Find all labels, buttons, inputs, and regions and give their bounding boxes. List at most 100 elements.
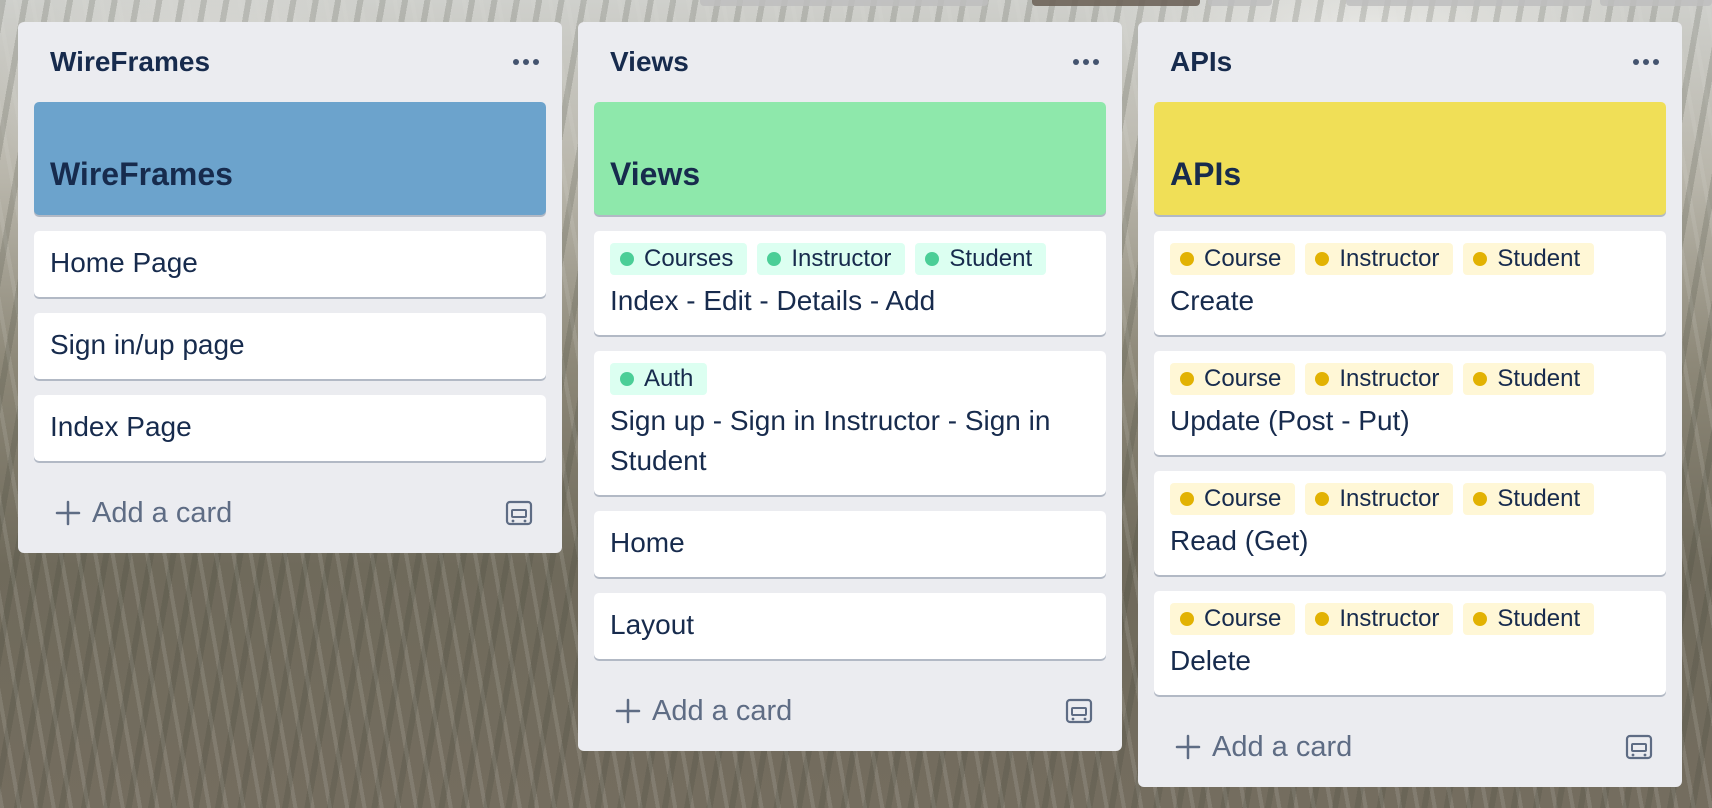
list-footer: Add a card [34, 473, 546, 553]
label-text: Instructor [1339, 485, 1440, 512]
add-card-label: Add a card [652, 694, 793, 727]
card[interactable]: Course Instructor Student Read (Get) [1154, 471, 1666, 575]
card[interactable]: Sign in/up page [34, 313, 546, 379]
card-template-icon[interactable] [1622, 730, 1656, 764]
card[interactable]: Layout [594, 593, 1106, 659]
label-dot [1315, 252, 1330, 266]
label-text: Course [1204, 365, 1282, 392]
label-text: Instructor [791, 245, 892, 272]
card-title: Read (Get) [1170, 525, 1309, 556]
card-title: Layout [610, 609, 695, 640]
card[interactable]: Home [594, 511, 1106, 577]
label-text: Instructor [1339, 605, 1440, 632]
card-label[interactable]: Course [1170, 483, 1296, 515]
label-text: Instructor [1339, 245, 1440, 272]
label-dot [925, 252, 940, 266]
add-card-button[interactable]: Add a card [1174, 731, 1352, 764]
label-text: Courses [644, 245, 734, 272]
card[interactable]: Auth Sign up - Sign in Instructor - Sign… [594, 351, 1106, 495]
card-labels: Course Instructor Student [1170, 603, 1650, 635]
card-label[interactable]: Course [1170, 363, 1296, 395]
card-label[interactable]: Course [1170, 243, 1296, 275]
list-wireframes: WireFrames WireFrames Home Page Sign in/… [18, 22, 562, 553]
card-title: Create [1170, 285, 1255, 316]
card-labels: Course Instructor Student [1170, 483, 1650, 515]
label-dot [1180, 492, 1194, 506]
card-label[interactable]: Student [1463, 243, 1595, 275]
more-horizontal-icon[interactable] [506, 42, 546, 82]
label-dot [620, 372, 634, 386]
cover-card-title: WireFrames [50, 156, 233, 192]
card-title: Sign up - Sign in Instructor - Sign in S… [610, 405, 1051, 476]
label-dot [620, 252, 634, 266]
card-label[interactable]: Courses [610, 243, 748, 275]
label-dot [1473, 252, 1488, 266]
label-dot [1473, 372, 1488, 386]
card-title: Update (Post - Put) [1170, 405, 1410, 436]
card-title: Home [610, 527, 685, 558]
list-title[interactable]: Views [610, 46, 689, 78]
label-dot [1315, 612, 1330, 626]
card[interactable]: Home Page [34, 231, 546, 297]
card-label[interactable]: Instructor [1305, 483, 1454, 515]
label-dot [1180, 252, 1194, 266]
more-horizontal-icon[interactable] [1066, 42, 1106, 82]
add-card-label: Add a card [92, 496, 233, 529]
card-label[interactable]: Student [1463, 483, 1595, 515]
add-card-button[interactable]: Add a card [614, 695, 792, 728]
card[interactable]: Index Page [34, 395, 546, 461]
plus-icon [1175, 734, 1201, 760]
label-text: Student [1497, 485, 1581, 512]
label-dot [767, 252, 782, 266]
plus-icon [615, 698, 641, 724]
card-title: Delete [1170, 645, 1251, 676]
cover-card[interactable]: Views [594, 102, 1106, 215]
card-template-icon[interactable] [1062, 694, 1096, 728]
card-label[interactable]: Course [1170, 603, 1296, 635]
label-text: Student [949, 245, 1033, 272]
plus-icon [55, 500, 81, 526]
card-title: Sign in/up page [50, 329, 245, 360]
label-dot [1473, 612, 1488, 626]
add-card-label: Add a card [1212, 730, 1353, 763]
card-labels: Course Instructor Student [1170, 243, 1650, 275]
card-label[interactable]: Instructor [1305, 243, 1454, 275]
label-text: Auth [644, 365, 694, 392]
label-text: Course [1204, 485, 1282, 512]
list-views: Views Views Courses Instructor Student I… [578, 22, 1122, 751]
list-header: WireFrames [34, 22, 546, 102]
label-text: Student [1497, 365, 1581, 392]
label-dot [1180, 612, 1194, 626]
card[interactable]: Course Instructor Student Update (Post -… [1154, 351, 1666, 455]
list-header: APIs [1154, 22, 1666, 102]
cover-card[interactable]: WireFrames [34, 102, 546, 215]
list-title[interactable]: WireFrames [50, 46, 210, 78]
card-title: Index Page [50, 411, 192, 442]
card-labels: Course Instructor Student [1170, 363, 1650, 395]
card-label[interactable]: Instructor [1305, 363, 1454, 395]
card-labels: Courses Instructor Student [610, 243, 1090, 275]
more-horizontal-icon[interactable] [1626, 42, 1666, 82]
cover-card-title: APIs [1170, 156, 1242, 192]
list-header: Views [594, 22, 1106, 102]
card-label[interactable]: Instructor [757, 243, 906, 275]
card-label[interactable]: Instructor [1305, 603, 1454, 635]
cover-card-title: Views [610, 156, 701, 192]
board: WireFrames WireFrames Home Page Sign in/… [0, 0, 1712, 808]
card-label[interactable]: Student [915, 243, 1047, 275]
list-title[interactable]: APIs [1170, 46, 1232, 78]
card-template-icon[interactable] [502, 496, 536, 530]
card[interactable]: Course Instructor Student Create [1154, 231, 1666, 335]
card-label[interactable]: Auth [610, 363, 708, 395]
label-text: Instructor [1339, 365, 1440, 392]
card[interactable]: Course Instructor Student Delete [1154, 591, 1666, 695]
list-footer: Add a card [1154, 707, 1666, 787]
card-label[interactable]: Student [1463, 363, 1595, 395]
label-dot [1315, 492, 1330, 506]
label-dot [1315, 372, 1330, 386]
card-label[interactable]: Student [1463, 603, 1595, 635]
card-title: Home Page [50, 247, 198, 278]
cover-card[interactable]: APIs [1154, 102, 1666, 215]
card[interactable]: Courses Instructor Student Index - Edit … [594, 231, 1106, 335]
add-card-button[interactable]: Add a card [54, 497, 232, 530]
